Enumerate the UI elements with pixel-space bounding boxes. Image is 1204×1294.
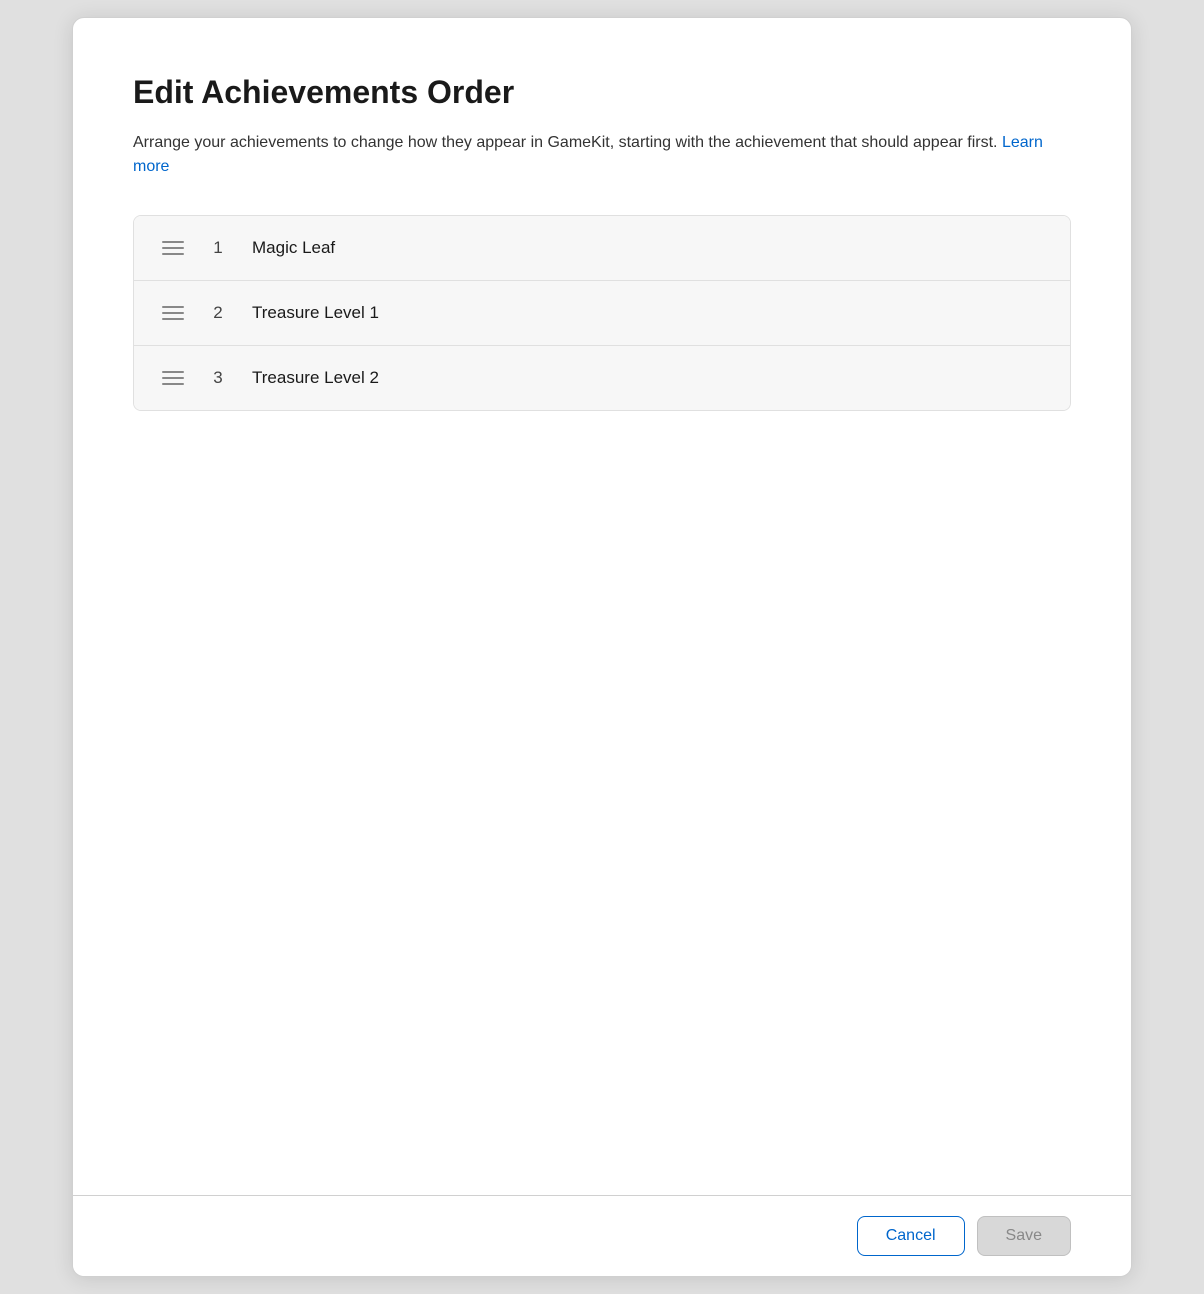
achievement-name-2: Treasure Level 1 xyxy=(252,303,1042,323)
drag-handle-2[interactable] xyxy=(162,306,184,320)
achievement-number-3: 3 xyxy=(208,368,228,388)
achievement-item-2: 2 Treasure Level 1 xyxy=(134,281,1070,346)
achievement-item-1: 1 Magic Leaf xyxy=(134,216,1070,281)
modal-title: Edit Achievements Order xyxy=(133,74,1071,111)
achievement-name-3: Treasure Level 2 xyxy=(252,368,1042,388)
drag-handle-line xyxy=(162,371,184,373)
drag-handle-line xyxy=(162,318,184,320)
drag-handle-line xyxy=(162,253,184,255)
drag-handle-3[interactable] xyxy=(162,371,184,385)
drag-handle-line xyxy=(162,383,184,385)
achievement-number-1: 1 xyxy=(208,238,228,258)
drag-handle-line xyxy=(162,377,184,379)
drag-handle-line xyxy=(162,312,184,314)
drag-handle-line xyxy=(162,247,184,249)
modal-footer: Cancel Save xyxy=(73,1195,1131,1276)
edit-achievements-modal: Edit Achievements Order Arrange your ach… xyxy=(72,17,1132,1277)
drag-handle-1[interactable] xyxy=(162,241,184,255)
achievements-list: 1 Magic Leaf 2 Treasure Level 1 3 xyxy=(133,215,1071,411)
description-text: Arrange your achievements to change how … xyxy=(133,134,997,151)
achievement-item-3: 3 Treasure Level 2 xyxy=(134,346,1070,410)
modal-description: Arrange your achievements to change how … xyxy=(133,131,1071,179)
achievement-name-1: Magic Leaf xyxy=(252,238,1042,258)
drag-handle-line xyxy=(162,241,184,243)
drag-handle-line xyxy=(162,306,184,308)
save-button[interactable]: Save xyxy=(977,1216,1071,1256)
modal-body: Edit Achievements Order Arrange your ach… xyxy=(73,18,1131,1195)
cancel-button[interactable]: Cancel xyxy=(857,1216,965,1256)
achievement-number-2: 2 xyxy=(208,303,228,323)
